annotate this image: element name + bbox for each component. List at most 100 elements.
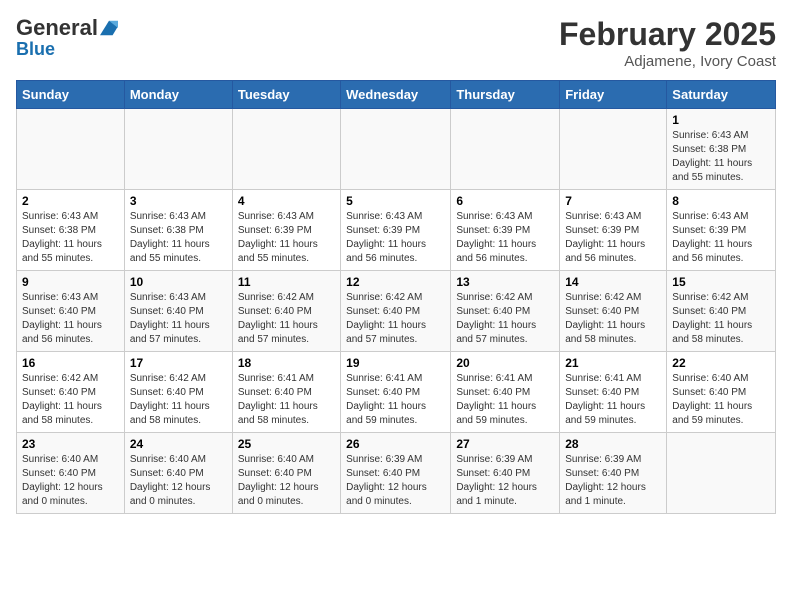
day-info: Sunrise: 6:41 AM Sunset: 6:40 PM Dayligh… [346,372,445,428]
calendar-cell: 23Sunrise: 6:40 AM Sunset: 6:40 PM Dayli… [17,433,125,514]
calendar-cell: 3 Sunrise: 6:43 AM Sunset: 6:38 PM Daylig… [124,190,232,271]
day-number: 15 [672,275,770,289]
logo: General Blue [16,16,118,60]
column-header-friday: Friday [560,81,667,109]
column-header-sunday: Sunday [17,81,125,109]
day-number: 27 [456,437,554,451]
day-number: 24 [130,437,227,451]
day-info: Sunrise: 6:43 AM Sunset: 6:39 PM Dayligh… [346,210,445,266]
calendar-cell: 18 Sunrise: 6:41 AM Sunset: 6:40 PM Dayli… [232,352,340,433]
calendar-cell: 24 Sunrise: 6:40 AM Sunset: 6:40 PM Dayli… [124,433,232,514]
day-info: Sunrise: 6:43 AM Sunset: 6:38 PM Dayligh… [672,129,770,185]
day-info: Sunrise: 6:42 AM Sunset: 6:40 PM Dayligh… [672,291,770,347]
calendar-week-row: 2 Sunrise: 6:43 AM Sunset: 6:38 PM Daylig… [17,190,776,271]
calendar-cell: 14Sunrise: 6:42 AM Sunset: 6:40 PM Dayli… [560,271,667,352]
calendar-cell: 8Sunrise: 6:43 AM Sunset: 6:39 PM Daylig… [667,190,776,271]
calendar-week-row: 9 Sunrise: 6:43 AM Sunset: 6:40 PM Daylig… [17,271,776,352]
calendar-cell: 1Sunrise: 6:43 AM Sunset: 6:38 PM Daylig… [667,109,776,190]
day-info: Sunrise: 6:42 AM Sunset: 6:40 PM Dayligh… [130,372,227,428]
day-number: 12 [346,275,445,289]
calendar-cell: 25 Sunrise: 6:40 AM Sunset: 6:40 PM Dayli… [232,433,340,514]
calendar-cell: 17 Sunrise: 6:42 AM Sunset: 6:40 PM Dayli… [124,352,232,433]
calendar-cell: 13 Sunrise: 6:42 AM Sunset: 6:40 PM Dayli… [451,271,560,352]
day-number: 18 [238,356,335,370]
day-info: Sunrise: 6:42 AM Sunset: 6:40 PM Dayligh… [456,291,554,347]
day-number: 2 [22,194,119,208]
day-info: Sunrise: 6:43 AM Sunset: 6:38 PM Dayligh… [22,210,119,266]
calendar-cell: 6 Sunrise: 6:43 AM Sunset: 6:39 PM Daylig… [451,190,560,271]
calendar-cell: 28 Sunrise: 6:39 AM Sunset: 6:40 PM Dayli… [560,433,667,514]
page-subtitle: Adjamene, Ivory Coast [559,53,776,70]
calendar-cell: 11 Sunrise: 6:42 AM Sunset: 6:40 PM Dayli… [232,271,340,352]
calendar-cell: 10 Sunrise: 6:43 AM Sunset: 6:40 PM Dayli… [124,271,232,352]
day-number: 26 [346,437,445,451]
day-info: Sunrise: 6:42 AM Sunset: 6:40 PM Dayligh… [346,291,445,347]
day-number: 13 [456,275,554,289]
day-info: Sunrise: 6:41 AM Sunset: 6:40 PM Dayligh… [238,372,335,428]
calendar-cell: 9 Sunrise: 6:43 AM Sunset: 6:40 PM Daylig… [17,271,125,352]
day-info: Sunrise: 6:43 AM Sunset: 6:39 PM Dayligh… [672,210,770,266]
title-block: February 2025 Adjamene, Ivory Coast [559,16,776,70]
logo-text-blue: Blue [16,40,55,60]
logo-icon [100,19,118,37]
day-number: 9 [22,275,119,289]
day-number: 7 [565,194,661,208]
day-info: Sunrise: 6:40 AM Sunset: 6:40 PM Dayligh… [672,372,770,428]
column-header-saturday: Saturday [667,81,776,109]
calendar-cell: 2 Sunrise: 6:43 AM Sunset: 6:38 PM Daylig… [17,190,125,271]
day-number: 16 [22,356,119,370]
calendar-cell [667,433,776,514]
calendar-cell: 21 Sunrise: 6:41 AM Sunset: 6:40 PM Dayli… [560,352,667,433]
calendar-cell: 4 Sunrise: 6:43 AM Sunset: 6:39 PM Daylig… [232,190,340,271]
calendar-cell: 15 Sunrise: 6:42 AM Sunset: 6:40 PM Dayli… [667,271,776,352]
logo-text-general: General [16,16,98,40]
day-number: 3 [130,194,227,208]
day-info: Sunrise: 6:41 AM Sunset: 6:40 PM Dayligh… [565,372,661,428]
day-info: Sunrise: 6:43 AM Sunset: 6:40 PM Dayligh… [130,291,227,347]
day-number: 25 [238,437,335,451]
day-info: Sunrise: 6:40 AM Sunset: 6:40 PM Dayligh… [238,453,335,509]
day-number: 21 [565,356,661,370]
day-info: Sunrise: 6:42 AM Sunset: 6:40 PM Dayligh… [565,291,661,347]
calendar-cell: 5Sunrise: 6:43 AM Sunset: 6:39 PM Daylig… [341,190,451,271]
day-number: 23 [22,437,119,451]
calendar-cell: 27Sunrise: 6:39 AM Sunset: 6:40 PM Dayli… [451,433,560,514]
day-info: Sunrise: 6:43 AM Sunset: 6:40 PM Dayligh… [22,291,119,347]
day-number: 17 [130,356,227,370]
column-header-wednesday: Wednesday [341,81,451,109]
column-header-tuesday: Tuesday [232,81,340,109]
calendar-week-row: 23 Sunrise: 6:40 AM Sunset: 6:40 PM Dayli… [17,433,776,514]
calendar-cell: 16Sunrise: 6:42 AM Sunset: 6:40 PM Dayli… [17,352,125,433]
column-header-thursday: Thursday [451,81,560,109]
page-header: General Blue February 2025 Adjamene, Ivo… [16,16,776,70]
calendar-cell [560,109,667,190]
day-info: Sunrise: 6:43 AM Sunset: 6:39 PM Dayligh… [238,210,335,266]
calendar-week-row: 16 Sunrise: 6:42 AM Sunset: 6:40 PM Dayli… [17,352,776,433]
day-number: 10 [130,275,227,289]
day-info: Sunrise: 6:43 AM Sunset: 6:39 PM Dayligh… [565,210,661,266]
day-info: Sunrise: 6:43 AM Sunset: 6:39 PM Dayligh… [456,210,554,266]
day-info: Sunrise: 6:42 AM Sunset: 6:40 PM Dayligh… [238,291,335,347]
calendar-cell [341,109,451,190]
column-header-monday: Monday [124,81,232,109]
calendar-table: SundayMondayTuesdayWednesdayThursdayFrid… [16,80,776,514]
day-number: 11 [238,275,335,289]
day-info: Sunrise: 6:40 AM Sunset: 6:40 PM Dayligh… [130,453,227,509]
day-info: Sunrise: 6:39 AM Sunset: 6:40 PM Dayligh… [565,453,661,509]
calendar-week-row: 1Sunrise: 6:43 AM Sunset: 6:38 PM Daylig… [17,109,776,190]
day-number: 6 [456,194,554,208]
calendar-cell: 20Sunrise: 6:41 AM Sunset: 6:40 PM Dayli… [451,352,560,433]
day-number: 4 [238,194,335,208]
calendar-cell [451,109,560,190]
calendar-cell: 19 Sunrise: 6:41 AM Sunset: 6:40 PM Dayli… [341,352,451,433]
calendar-cell: 7 Sunrise: 6:43 AM Sunset: 6:39 PM Daylig… [560,190,667,271]
day-number: 19 [346,356,445,370]
day-number: 22 [672,356,770,370]
day-info: Sunrise: 6:43 AM Sunset: 6:38 PM Dayligh… [130,210,227,266]
calendar-cell [124,109,232,190]
day-info: Sunrise: 6:39 AM Sunset: 6:40 PM Dayligh… [346,453,445,509]
day-info: Sunrise: 6:41 AM Sunset: 6:40 PM Dayligh… [456,372,554,428]
calendar-cell [232,109,340,190]
page-title: February 2025 [559,16,776,53]
day-number: 28 [565,437,661,451]
